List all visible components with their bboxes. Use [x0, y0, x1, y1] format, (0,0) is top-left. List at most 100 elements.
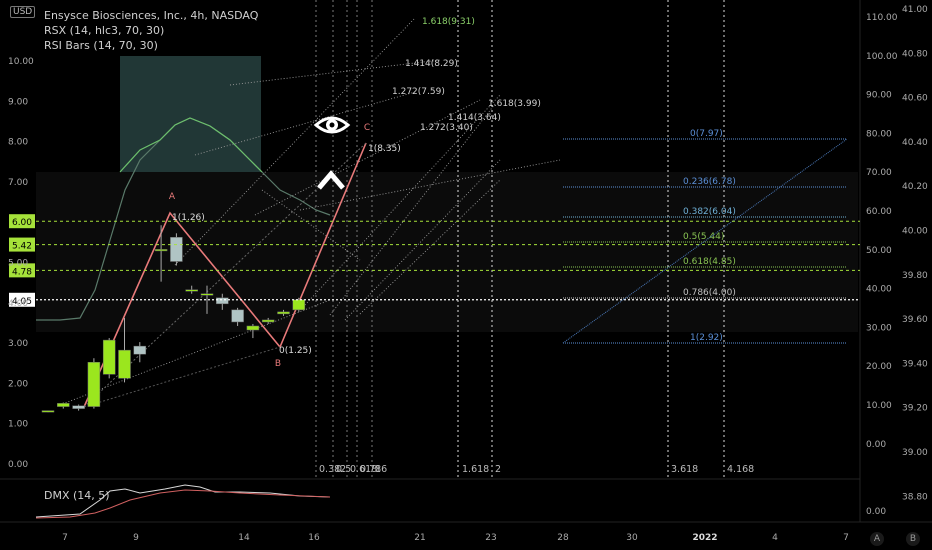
- y-secondary-tick-label: 40.80: [902, 49, 928, 59]
- candle-body: [292, 299, 306, 311]
- y-rsx-tick-label: 60.00: [866, 207, 892, 217]
- indicator-rsi-bars-label[interactable]: RSI Bars (14, 70, 30): [44, 38, 258, 53]
- fib-extension-label: 1.618(3.99): [488, 99, 541, 109]
- fib-retracement-label: 0(7.97): [690, 129, 723, 139]
- y-left-tick-label: 7.00: [8, 178, 28, 188]
- fib-time-zone-label: 3.618: [671, 464, 698, 475]
- y-rsx-tick-label: 10.00: [866, 401, 892, 411]
- candle-body: [118, 349, 131, 379]
- candle-body: [72, 405, 85, 409]
- y-rsx-tick-label: 70.00: [866, 168, 892, 178]
- y-left-tick-label: 10.00: [8, 57, 34, 67]
- y-secondary-tick-label: 41.00: [902, 5, 928, 15]
- candle-body: [170, 237, 183, 262]
- x-tick-label: 7: [62, 533, 68, 543]
- candle-body: [277, 311, 290, 315]
- fib-time-zone-label: 4.168: [727, 464, 754, 475]
- candle-body: [87, 362, 101, 407]
- x-tick-label: 28: [557, 533, 569, 543]
- x-tick-label: 4: [772, 533, 778, 543]
- x-tick-label: 14: [238, 533, 250, 543]
- y-rsx-tick-label: 0.00: [866, 440, 886, 450]
- abc-point-label: C: [364, 123, 370, 133]
- candle-body: [57, 403, 70, 407]
- y-rsx-tick-label: 20.00: [866, 362, 892, 372]
- y-rsx-tick-label: 100.00: [866, 52, 898, 62]
- candle-body: [41, 410, 55, 413]
- x-tick-label: 9: [133, 533, 139, 543]
- y-left-tick-label: 2.00: [8, 379, 28, 389]
- fib-highlight-box: [120, 56, 261, 172]
- y-left-tick-label: 9.00: [8, 97, 28, 107]
- y-secondary-tick-label: 39.80: [902, 271, 928, 281]
- dmx-indicator-label[interactable]: DMX (14, 5): [44, 489, 110, 502]
- y-left-tick-label: 8.00: [8, 138, 28, 148]
- axis-log-button[interactable]: B: [906, 532, 920, 546]
- abc-note-label: 0(1.25): [279, 346, 312, 356]
- candle-body: [133, 345, 147, 355]
- y-rsx-tick-label: 80.00: [866, 129, 892, 139]
- fib-extension-label: 1.414(8.29): [405, 59, 458, 69]
- fib-extension-label: 1.618(9.31): [422, 17, 475, 27]
- fib-time-zone-label: 0.786: [360, 464, 387, 475]
- fib-retracement-label: 0.236(6.78): [683, 177, 736, 187]
- chart-title[interactable]: Ensysce Biosciences, Inc., 4h, NASDAQ: [44, 8, 258, 23]
- fib-extension-label: 1.414(3.64): [448, 113, 501, 123]
- abc-note-label: 1(8.35): [368, 144, 401, 154]
- abc-point-label: A: [169, 192, 176, 202]
- candle-body: [185, 289, 198, 292]
- y-secondary-tick-label: 40.60: [902, 94, 928, 104]
- fib-retracement-label: 0.786(4.00): [683, 288, 736, 298]
- y-rsx-tick-label: 30.00: [866, 323, 892, 333]
- x-tick-label: 23: [485, 533, 496, 543]
- axis-auto-button[interactable]: A: [870, 532, 884, 546]
- y-secondary-tick-label: 40.20: [902, 182, 928, 192]
- candle-body: [261, 319, 275, 323]
- fib-time-zone-label: 2: [495, 464, 501, 475]
- chart-canvas[interactable]: 0.3820.50.6180.7861 1.618 2 3.618 4.168 1.61…: [0, 0, 932, 550]
- y-rsx-tick-label: 90.00: [866, 91, 892, 101]
- y-left-tick-label: 5.00: [8, 259, 28, 269]
- x-tick-label: 7: [843, 533, 849, 543]
- y-secondary-tick-label: 39.60: [902, 315, 928, 325]
- candle-body: [102, 339, 116, 375]
- chart-legend: Ensysce Biosciences, Inc., 4h, NASDAQ RS…: [44, 8, 258, 53]
- y-left-tick-label: 0.00: [8, 460, 28, 470]
- fib-retracement-label: 0.5(5.44): [683, 232, 724, 242]
- eye-icon-part: [329, 122, 335, 128]
- y-rsx-tick-label: 40.00: [866, 285, 892, 295]
- candle-body: [231, 309, 244, 323]
- rsi-band: [36, 172, 858, 332]
- y-secondary-tick-label: 39.20: [902, 404, 928, 414]
- fib-time-zone-label: 1.618: [462, 464, 489, 475]
- x-tick-label: 30: [626, 533, 638, 543]
- fib-extension-label: 1.272(7.59): [392, 87, 445, 97]
- x-tick-label: 2022: [692, 533, 717, 543]
- candle-body: [154, 249, 168, 252]
- fib-time-zone-label: 1: [375, 464, 381, 475]
- y-rsx-tick-label: 50.00: [866, 246, 892, 256]
- fib-retracement-label: 0.382(6.04): [683, 207, 736, 217]
- y-left-tick-label: 4.00: [8, 299, 28, 309]
- abc-point-label: B: [275, 359, 281, 369]
- price-tag-label: 6.00: [12, 218, 32, 228]
- fib-time-zone-label: 0.5: [336, 464, 351, 475]
- currency-badge[interactable]: USD: [10, 6, 36, 18]
- y-secondary-tick-label: 39.40: [902, 359, 928, 369]
- fib-retracement-label: 1(2.92): [690, 333, 723, 343]
- dmx-axis-label: 0.00: [866, 507, 886, 517]
- y-left-tick-label: 1.00: [8, 420, 28, 430]
- y-secondary-tick-label: 39.00: [902, 448, 928, 458]
- x-tick-label: 21: [414, 533, 425, 543]
- y-left-tick-label: 3.00: [8, 339, 28, 349]
- candle-body: [246, 325, 260, 331]
- candle-body: [216, 297, 229, 305]
- x-tick-label: 16: [308, 533, 320, 543]
- y-secondary-tick-label: 40.00: [902, 227, 928, 237]
- indicator-rsx-label[interactable]: RSX (14, hlc3, 70, 30): [44, 23, 258, 38]
- y-rsx-tick-label: 110.00: [866, 13, 898, 23]
- price-tag-label: 4.78: [12, 267, 32, 277]
- fib-retracement-label: 0.618(4.85): [683, 257, 736, 267]
- fib-extension-label: 1.272(3.40): [420, 123, 473, 133]
- price-tag-label: 5.42: [12, 242, 32, 252]
